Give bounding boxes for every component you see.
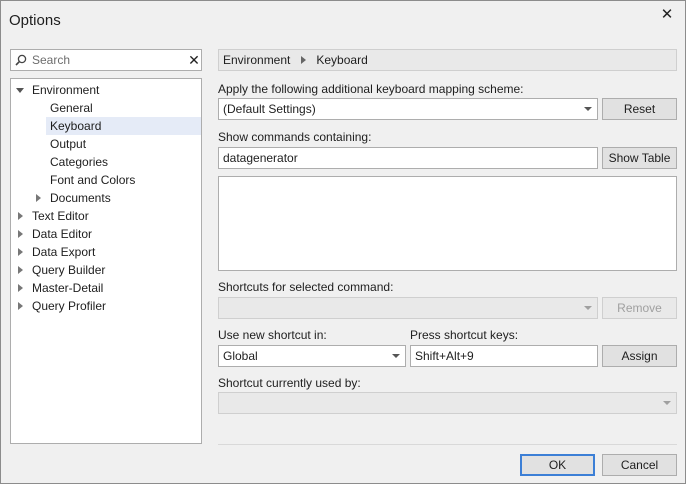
cancel-button[interactable]: Cancel [602,454,677,476]
expand-arrow-icon[interactable] [15,81,25,99]
ok-button[interactable]: OK [520,454,595,476]
assign-button[interactable]: Assign [602,345,677,367]
use-new-shortcut-value: Global [223,349,258,363]
press-shortcut-label: Press shortcut keys: [410,328,519,342]
tree-item-label: Keyboard [50,119,102,133]
use-new-shortcut-select[interactable]: Global [218,345,406,367]
tree-item-label: Documents [50,191,111,205]
commands-list[interactable] [218,176,677,271]
footer-divider [218,444,677,445]
clear-search-icon[interactable]: ✕ [187,51,201,69]
collapse-arrow-icon[interactable] [15,279,25,297]
reset-button[interactable]: Reset [602,98,677,120]
collapse-arrow-icon[interactable] [15,225,25,243]
search-input[interactable] [32,52,182,68]
options-tree[interactable]: Environment General Keyboard Output Categori… [10,78,202,444]
shortcuts-label: Shortcuts for selected command: [218,280,394,294]
tree-item[interactable]: Environment [11,81,201,99]
chevron-right-icon [301,56,307,65]
breadcrumb-environment[interactable]: Environment [223,53,290,67]
tree-item-label: Environment [32,83,100,97]
tree-item[interactable]: Keyboard [46,117,201,135]
shortcut-keys-value: Shift+Alt+9 [415,349,474,363]
search-icon [15,54,27,66]
tree-item[interactable]: Text Editor [11,207,201,225]
tree-item[interactable]: Master-Detail [11,279,201,297]
tree-item[interactable]: Documents [11,189,201,207]
tree-item-label: Categories [50,155,109,169]
collapse-arrow-icon[interactable] [15,243,25,261]
commands-filter-value: datagenerator [223,151,298,165]
mapping-scheme-select[interactable]: (Default Settings) [218,98,598,120]
chevron-down-icon [392,354,400,358]
tree-item[interactable]: Query Builder [11,261,201,279]
chevron-down-icon [584,306,592,310]
tree-item-label: Font and Colors [50,173,136,187]
dialog-title: Options [9,12,61,29]
tree-item[interactable]: Data Export [11,243,201,261]
mapping-scheme-label: Apply the following additional keyboard … [218,82,524,96]
tree-item[interactable]: Query Profiler [11,297,201,315]
tree-item[interactable]: Font and Colors [11,171,201,189]
shortcut-keys-input[interactable]: Shift+Alt+9 [410,345,598,367]
tree-item-label: Text Editor [32,209,89,223]
used-by-label: Shortcut currently used by: [218,376,361,390]
show-table-button[interactable]: Show Table [602,147,677,169]
collapse-arrow-icon[interactable] [15,297,25,315]
tree-item[interactable]: Output [11,135,201,153]
tree-item-label: Data Editor [32,227,93,241]
show-commands-label: Show commands containing: [218,130,372,144]
tree-item[interactable]: General [11,99,201,117]
tree-item-label: Data Export [32,245,96,259]
collapse-arrow-icon[interactable] [33,189,43,207]
tree-item[interactable]: Data Editor [11,225,201,243]
collapse-arrow-icon[interactable] [15,207,25,225]
commands-filter-input[interactable]: datagenerator [218,147,598,169]
tree-item-label: General [50,101,93,115]
search-box: ✕ [10,49,202,71]
tree-item[interactable]: Categories [11,153,201,171]
chevron-down-icon [663,401,671,405]
use-new-shortcut-label: Use new shortcut in: [218,328,327,342]
breadcrumb-keyboard: Keyboard [316,53,368,67]
tree-item-label: Output [50,137,87,151]
chevron-down-icon [584,107,592,111]
mapping-scheme-value: (Default Settings) [223,102,316,116]
remove-button[interactable]: Remove [602,297,677,319]
close-icon[interactable]: ✕ [653,5,681,25]
shortcuts-select[interactable] [218,297,598,319]
tree-item-label: Query Builder [32,263,106,277]
collapse-arrow-icon[interactable] [15,261,25,279]
options-dialog: Options ✕ ✕ Environment General Keyboard Ou… [0,0,686,484]
tree-item-label: Query Profiler [32,299,107,313]
used-by-select[interactable] [218,392,677,414]
breadcrumb: Environment Keyboard [218,49,677,71]
tree-item-label: Master-Detail [32,281,104,295]
